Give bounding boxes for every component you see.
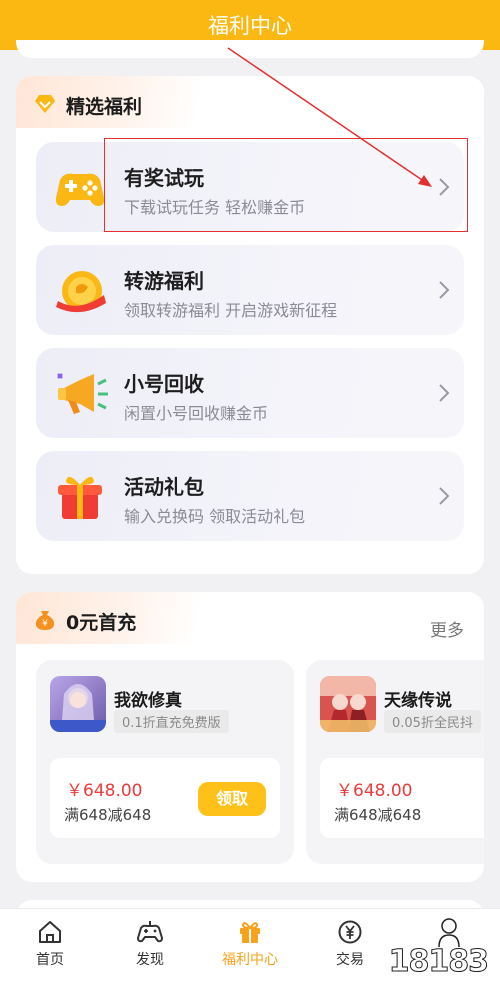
money-bag-icon: ¥ (35, 611, 55, 630)
gift-box-icon (58, 476, 102, 519)
section-header: ¥ 0元首充 (16, 592, 216, 644)
welfare-item-transfer-bonus[interactable]: 转游福利 领取转游福利 开启游戏新征程 (36, 245, 464, 335)
welfare-item-title: 转游福利 (124, 269, 204, 293)
gamepad-icon (55, 173, 105, 206)
watermark-mascot-icon (438, 918, 460, 947)
tab-home[interactable]: 首页 (10, 919, 90, 969)
chevron-right-icon (439, 487, 450, 505)
megaphone-icon (57, 373, 108, 414)
coupon-price: ￥648.00 (336, 781, 413, 801)
diamond-icon (35, 95, 55, 113)
coupon-box: ￥648.00 满648减648 (320, 758, 484, 838)
section-title: 0元首充 (66, 612, 137, 634)
previous-card-edge (16, 40, 484, 58)
gift-icon (240, 922, 260, 943)
gamepad-outline-icon (137, 921, 163, 943)
coupon-condition: 满648减648 (334, 806, 422, 824)
game-card-woyu-xiuzhen[interactable]: 我欲修真 0.1折直充免费版 ￥648.00 满648减648 领取 (36, 660, 294, 864)
welfare-item-subtitle: 领取转游福利 开启游戏新征程 (124, 301, 338, 320)
welfare-item-title: 活动礼包 (124, 475, 204, 499)
more-link[interactable]: 更多 (430, 616, 464, 641)
tab-label: 首页 (36, 952, 64, 968)
watermark-logo: 18183 (388, 944, 489, 980)
svg-text:¥: ¥ (42, 619, 48, 629)
chevron-right-icon (439, 384, 450, 402)
section-header: 精选福利 (16, 76, 216, 128)
annotation-highlight-box (104, 138, 468, 232)
tab-welfare-center[interactable]: 福利中心 (210, 919, 290, 969)
tab-discover[interactable]: 发现 (110, 919, 190, 969)
game-name: 天缘传说 (384, 691, 452, 711)
tab-label: 发现 (136, 952, 164, 968)
tab-trade[interactable]: 交易 (310, 919, 390, 969)
game-discount-tag: 0.05折全民抖 (384, 710, 481, 733)
game-discount-tag: 0.1折直充免费版 (114, 710, 229, 733)
game-card-tianyuan-chuanshuo[interactable]: 天缘传说 0.05折全民抖 ￥648.00 满648减648 (306, 660, 484, 864)
coupon-price: ￥648.00 (66, 781, 143, 801)
tab-label: 福利中心 (222, 952, 278, 968)
game-thumbnail (50, 676, 106, 732)
section-title: 精选福利 (66, 96, 143, 118)
welfare-item-subtitle: 闲置小号回收赚金币 (124, 404, 269, 423)
gold-coin-icon (56, 271, 106, 313)
welfare-item-event-gift[interactable]: 活动礼包 输入兑换码 领取活动礼包 (36, 451, 464, 541)
coupon-box: ￥648.00 满648减648 领取 (50, 758, 280, 838)
chevron-right-icon (439, 281, 450, 299)
yen-coin-icon (338, 920, 362, 944)
zero-recharge-card: ¥ 0元首充 更多 我欲修真 0.1折直充免费版 ￥648.00 满648减64… (16, 592, 484, 882)
tab-label: 交易 (336, 952, 364, 968)
claim-button[interactable]: 领取 (198, 782, 266, 816)
page-title: 福利中心 (208, 14, 292, 38)
game-thumbnail (320, 676, 376, 732)
home-icon (39, 921, 61, 943)
coupon-condition: 满648减648 (64, 806, 152, 824)
bottom-tab-bar: 首页 发现 福利中心 交易 18183 (0, 908, 500, 991)
welfare-item-account-recycle[interactable]: 小号回收 闲置小号回收赚金币 (36, 348, 464, 438)
game-name: 我欲修真 (114, 691, 182, 711)
welfare-item-title: 小号回收 (124, 372, 204, 396)
welfare-item-subtitle: 输入兑换码 领取活动礼包 (124, 507, 306, 526)
